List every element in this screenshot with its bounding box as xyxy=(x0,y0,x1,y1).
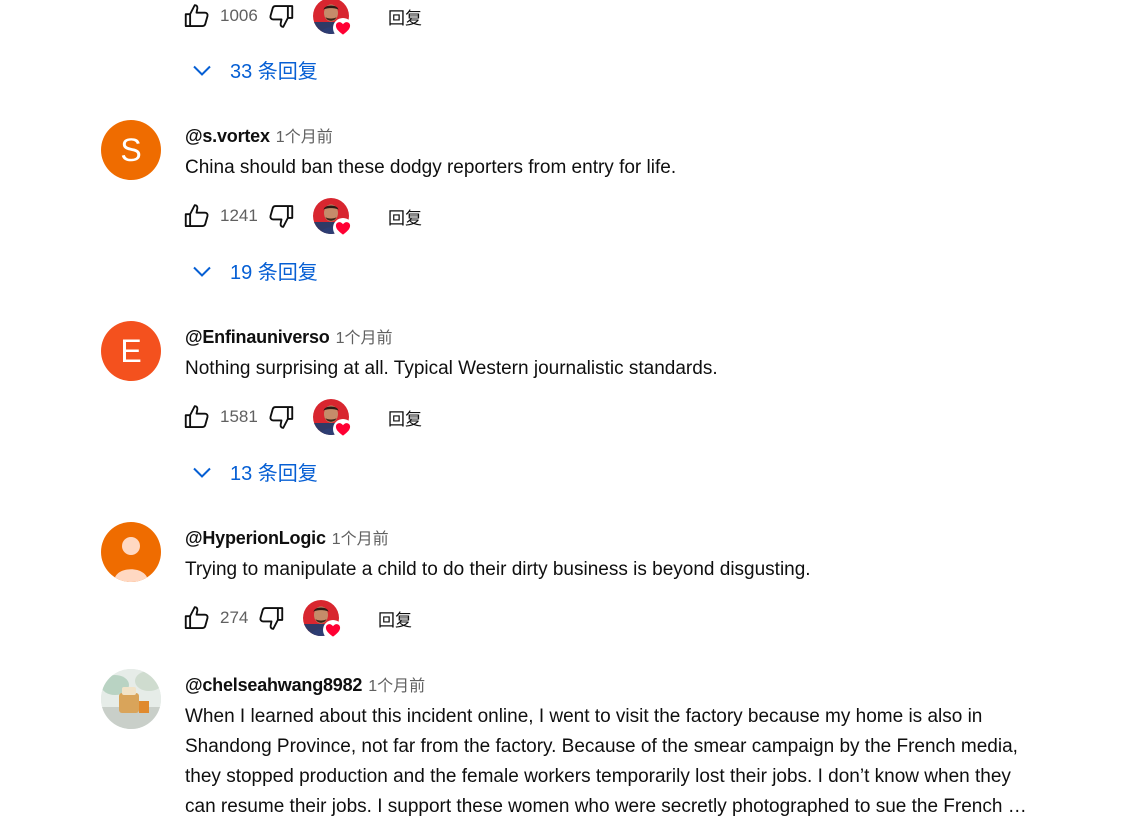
comment-time[interactable]: 1个月前 xyxy=(276,123,333,147)
comment-actions: 1006 回复 xyxy=(182,0,422,34)
comment-text: When I learned about this incident onlin… xyxy=(185,702,1115,822)
view-replies-button[interactable]: 33 条回复 xyxy=(190,55,318,84)
dislike-button[interactable] xyxy=(266,201,296,231)
thumbs-down-icon xyxy=(266,1,296,31)
comment-time[interactable]: 1个月前 xyxy=(368,672,425,696)
reply-button[interactable]: 回复 xyxy=(388,405,422,430)
like-button[interactable] xyxy=(182,402,212,432)
avatar-letter: S xyxy=(120,131,142,168)
author-avatar[interactable] xyxy=(101,522,161,582)
thumbs-up-icon xyxy=(182,201,212,231)
creator-heart-badge xyxy=(313,0,349,34)
default-user-icon xyxy=(114,537,148,582)
comment-time[interactable]: 1个月前 xyxy=(336,324,393,348)
comment-header: @HyperionLogic 1个月前 xyxy=(185,525,389,549)
thumbs-down-icon xyxy=(256,603,286,633)
like-count: 274 xyxy=(220,608,249,627)
like-button[interactable] xyxy=(182,201,212,231)
thumbs-up-icon xyxy=(182,603,212,633)
author-avatar[interactable]: E xyxy=(101,321,161,381)
comment-time[interactable]: 1个月前 xyxy=(332,525,389,549)
heart-icon xyxy=(333,218,353,238)
creator-heart-badge xyxy=(303,600,339,636)
chevron-down-icon xyxy=(190,259,214,283)
replies-count-label: 13 条回复 xyxy=(230,463,318,485)
comment-header: @Enfinauniverso 1个月前 xyxy=(185,324,392,348)
comment-header: @s.vortex 1个月前 xyxy=(185,123,333,147)
heart-icon xyxy=(333,18,353,38)
thumbs-up-icon xyxy=(182,402,212,432)
reply-button[interactable]: 回复 xyxy=(388,4,422,29)
author-name[interactable]: @chelseahwang8982 xyxy=(185,675,362,696)
comment-text-line: they stopped production and the female w… xyxy=(185,766,1011,787)
comment-text-line: Shandong Province, not far from the fact… xyxy=(185,736,1018,757)
photo-avatar xyxy=(101,669,161,729)
chevron-down-icon xyxy=(190,58,214,82)
author-avatar[interactable] xyxy=(101,669,161,729)
author-name[interactable]: @Enfinauniverso xyxy=(185,327,330,348)
thumbs-down-icon xyxy=(266,201,296,231)
like-count: 1241 xyxy=(220,206,258,225)
comment-text-line: When I learned about this incident onlin… xyxy=(185,706,983,727)
replies-count-label: 33 条回复 xyxy=(230,61,318,83)
comment-text: Trying to manipulate a child to do their… xyxy=(185,559,811,580)
view-replies-button[interactable]: 13 条回复 xyxy=(190,457,318,486)
reply-button[interactable]: 回复 xyxy=(388,204,422,229)
like-button[interactable] xyxy=(182,1,212,31)
like-count: 1581 xyxy=(220,407,258,426)
comment-text: China should ban these dodgy reporters f… xyxy=(185,157,677,178)
thumbs-up-icon xyxy=(182,1,212,31)
avatar-letter: E xyxy=(120,332,142,369)
heart-icon xyxy=(323,620,343,640)
heart-icon xyxy=(333,419,353,439)
dislike-button[interactable] xyxy=(266,402,296,432)
author-avatar[interactable]: S xyxy=(101,120,161,180)
like-count: 1006 xyxy=(220,6,258,25)
author-name[interactable]: @s.vortex xyxy=(185,126,270,147)
chevron-down-icon xyxy=(190,460,214,484)
dislike-button[interactable] xyxy=(256,603,286,633)
comment-actions: 1581 回复 xyxy=(182,399,422,435)
comment-text: Nothing surprising at all. Typical Weste… xyxy=(185,358,718,379)
replies-count-label: 19 条回复 xyxy=(230,262,318,284)
like-button[interactable] xyxy=(182,603,212,633)
comment-actions: 274 回复 xyxy=(182,600,412,636)
comment-actions: 1241 回复 xyxy=(182,198,422,234)
view-replies-button[interactable]: 19 条回复 xyxy=(190,256,318,285)
comment-text-line: can resume their jobs. I support these w… xyxy=(185,796,1027,817)
author-name[interactable]: @HyperionLogic xyxy=(185,528,326,549)
reply-button[interactable]: 回复 xyxy=(378,606,412,631)
dislike-button[interactable] xyxy=(266,1,296,31)
creator-heart-badge xyxy=(313,198,349,234)
comment-header: @chelseahwang8982 1个月前 xyxy=(185,672,425,696)
creator-heart-badge xyxy=(313,399,349,435)
thumbs-down-icon xyxy=(266,402,296,432)
